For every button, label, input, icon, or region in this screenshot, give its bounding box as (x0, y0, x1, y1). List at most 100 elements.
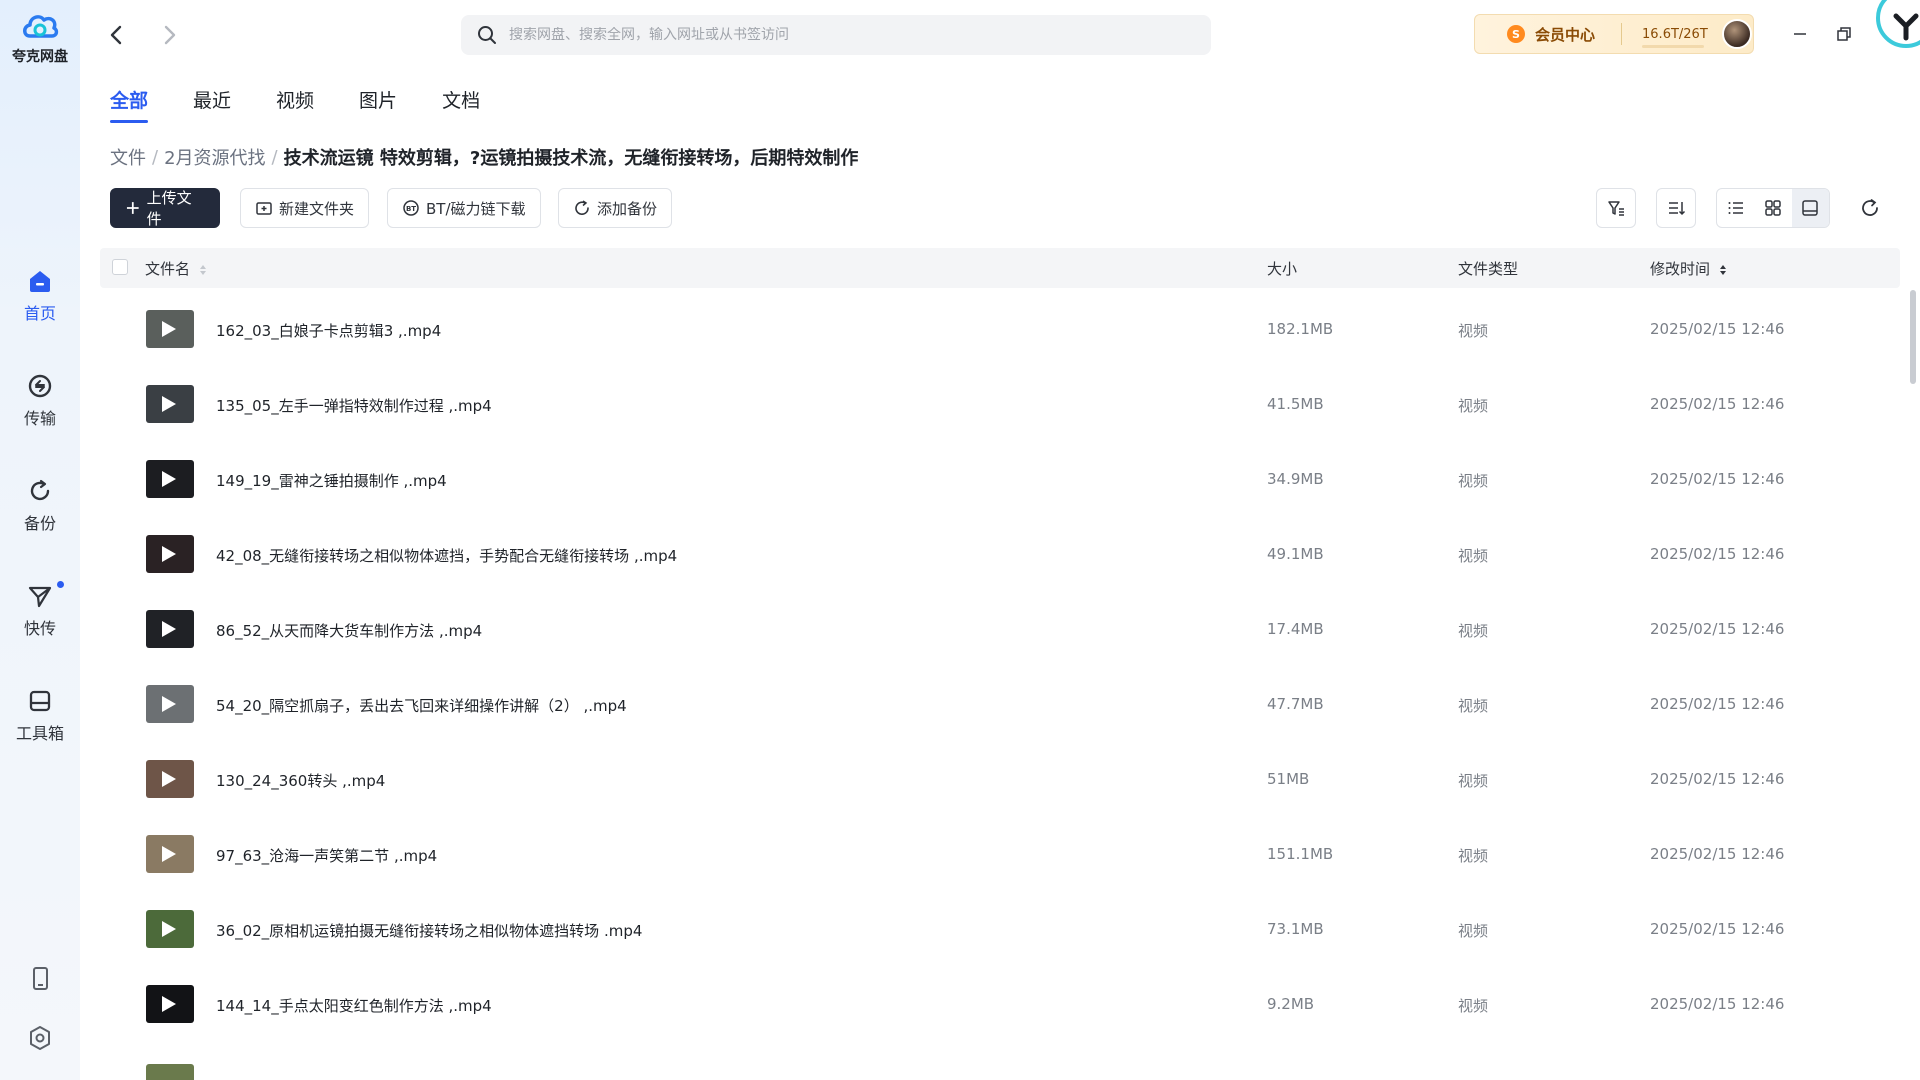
table-row[interactable]: 86_52_从天而降大货车制作方法 ,.mp4 17.4MB 视频 2025/0… (100, 592, 1900, 667)
play-icon (162, 771, 176, 787)
view-mode-switch (1716, 188, 1830, 228)
table-row[interactable]: 144_14_手点太阳变红色制作方法 ,.mp4 9.2MB 视频 2025/0… (100, 967, 1900, 1042)
new-folder-label: 新建文件夹 (279, 199, 355, 218)
storage-usage: 16.6T/26T (1642, 27, 1708, 48)
file-name: 144_14_手点太阳变红色制作方法 ,.mp4 (216, 997, 492, 1015)
new-folder-button[interactable]: 新建文件夹 (240, 188, 370, 228)
svg-text:S: S (1512, 28, 1520, 41)
add-backup-button[interactable]: 添加备份 (558, 188, 673, 228)
breadcrumb-current: 技术流运镜 特效剪辑，?运镜拍摄技术流，无缝衔接转场，后期特效制作 (283, 148, 859, 169)
forward-button[interactable] (156, 22, 182, 48)
scrollbar[interactable] (1910, 290, 1916, 384)
app-logo[interactable]: 夸克网盘 (0, 10, 80, 66)
transfer-icon (28, 374, 52, 398)
column-header-name[interactable]: 文件名 (145, 258, 207, 279)
table-row[interactable]: 54_20_隔空抓扇子，丢出去飞回来详细操作讲解（2） ,.mp4 47.7MB… (100, 667, 1900, 742)
column-header-size[interactable]: 大小 (1267, 258, 1297, 279)
list-view-button[interactable] (1717, 189, 1754, 227)
refresh-button[interactable] (1850, 188, 1890, 228)
bt-download-button[interactable]: BT BT/磁力链下载 (387, 188, 541, 228)
breadcrumb: 文件 / 2月资源代找 / 技术流运镜 特效剪辑，?运镜拍摄技术流，无缝衔接转场… (110, 144, 858, 170)
tab-all[interactable]: 全部 (110, 86, 149, 123)
home-icon (30, 271, 50, 292)
restore-button[interactable] (1832, 22, 1856, 46)
sort-icon (1669, 202, 1686, 216)
file-modified: 2025/02/15 12:46 (1650, 995, 1785, 1013)
sort-button[interactable] (1656, 188, 1696, 228)
sidebar-item-label: 快传 (23, 619, 56, 638)
settings-icon[interactable] (24, 1022, 56, 1054)
quick-send-icon (28, 586, 52, 608)
minimize-icon (1794, 33, 1806, 35)
video-thumbnail (146, 385, 194, 423)
plus-icon (126, 202, 139, 214)
sidebar-item-transfer[interactable]: 传输 (0, 373, 80, 429)
corner-logo-badge[interactable] (1876, 0, 1920, 48)
grid-view-button[interactable] (1754, 189, 1791, 227)
play-icon (162, 321, 176, 337)
file-name: 86_52_从天而降大货车制作方法 ,.mp4 (216, 622, 483, 640)
bt-download-label: BT/磁力链下载 (426, 199, 526, 218)
file-name: 42_08_无缝衔接转场之相似物体遮挡，手势配合无缝衔接转场 ,.mp4 (216, 547, 678, 565)
column-header-label: 文件名 (145, 260, 191, 278)
video-thumbnail (146, 1064, 194, 1080)
sidebar: 夸克网盘 首页 传输 备份 快传 工具箱 (0, 0, 80, 1080)
file-type: 视频 (1458, 922, 1489, 940)
chevron-left-icon (110, 25, 122, 45)
sidebar-item-label: 首页 (23, 304, 56, 323)
chevron-right-icon (164, 25, 176, 45)
file-modified: 2025/02/15 12:46 (1650, 320, 1785, 338)
cloud-logo-icon (23, 15, 59, 38)
search-bar[interactable] (461, 15, 1211, 55)
table-row[interactable] (100, 1042, 1900, 1080)
table-row[interactable]: 36_02_原相机运镜拍摄无缝衔接转场之相似物体遮挡转场 .mp4 73.1MB… (100, 892, 1900, 967)
play-icon (162, 546, 176, 562)
column-header-modified[interactable]: 修改时间 (1650, 258, 1727, 279)
file-name: 162_03_白娘子卡点剪辑3 ,.mp4 (216, 322, 442, 340)
file-size: 47.7MB (1267, 695, 1324, 713)
video-thumbnail (146, 685, 194, 723)
play-icon (162, 696, 176, 712)
select-all-checkbox[interactable] (112, 259, 128, 275)
file-type: 视频 (1458, 322, 1489, 340)
table-row[interactable]: 42_08_无缝衔接转场之相似物体遮挡，手势配合无缝衔接转场 ,.mp4 49.… (100, 517, 1900, 592)
refresh-circle-icon (575, 200, 589, 215)
tab-recent[interactable]: 最近 (193, 86, 231, 113)
column-header-type[interactable]: 文件类型 (1458, 258, 1518, 279)
avatar[interactable] (1721, 19, 1752, 49)
backup-icon (30, 479, 50, 501)
minimize-button[interactable] (1788, 22, 1812, 46)
file-type: 视频 (1458, 997, 1489, 1015)
table-row[interactable]: 97_63_沧海一声笑第二节 ,.mp4 151.1MB 视频 2025/02/… (100, 817, 1900, 892)
table-row[interactable]: 135_05_左手一弹指特效制作过程 ,.mp4 41.5MB 视频 2025/… (100, 367, 1900, 442)
table-row[interactable]: 162_03_白娘子卡点剪辑3 ,.mp4 182.1MB 视频 2025/02… (100, 292, 1900, 367)
breadcrumb-separator: / (152, 146, 159, 168)
sort-arrows-icon (199, 264, 206, 275)
tab-document[interactable]: 文档 (442, 86, 480, 113)
breadcrumb-item[interactable]: 2月资源代找 (164, 144, 265, 170)
play-icon (162, 921, 176, 937)
breadcrumb-item[interactable]: 文件 (110, 144, 146, 170)
sidebar-item-quick-send[interactable]: 快传 (0, 581, 80, 639)
sidebar-item-backup[interactable]: 备份 (0, 478, 80, 534)
vip-center[interactable]: S 会员中心 16.6T/26T (1474, 14, 1754, 54)
file-size: 182.1MB (1267, 320, 1334, 338)
tab-image[interactable]: 图片 (359, 86, 397, 113)
back-button[interactable] (104, 22, 130, 48)
search-input[interactable] (509, 27, 1189, 43)
sidebar-item-label: 备份 (23, 514, 56, 533)
file-size: 34.9MB (1267, 470, 1324, 488)
vip-coin-icon: S (1507, 25, 1525, 43)
sidebar-item-toolbox[interactable]: 工具箱 (0, 688, 80, 744)
sidebar-item-home[interactable]: 首页 (0, 268, 80, 324)
table-row[interactable]: 130_24_360转头 ,.mp4 51MB 视频 2025/02/15 12… (100, 742, 1900, 817)
tab-video[interactable]: 视频 (276, 86, 314, 113)
preview-view-button[interactable] (1791, 189, 1829, 227)
preview-icon (1802, 200, 1819, 216)
table-row[interactable]: 149_19_雷神之锤拍摄制作 ,.mp4 34.9MB 视频 2025/02/… (100, 442, 1900, 517)
file-type: 视频 (1458, 847, 1489, 865)
phone-icon[interactable] (24, 962, 56, 994)
category-tabs: 全部 最近 视频 图片 文档 (110, 86, 525, 123)
upload-button[interactable]: 上传文件 (110, 188, 220, 228)
filter-button[interactable] (1596, 188, 1636, 228)
